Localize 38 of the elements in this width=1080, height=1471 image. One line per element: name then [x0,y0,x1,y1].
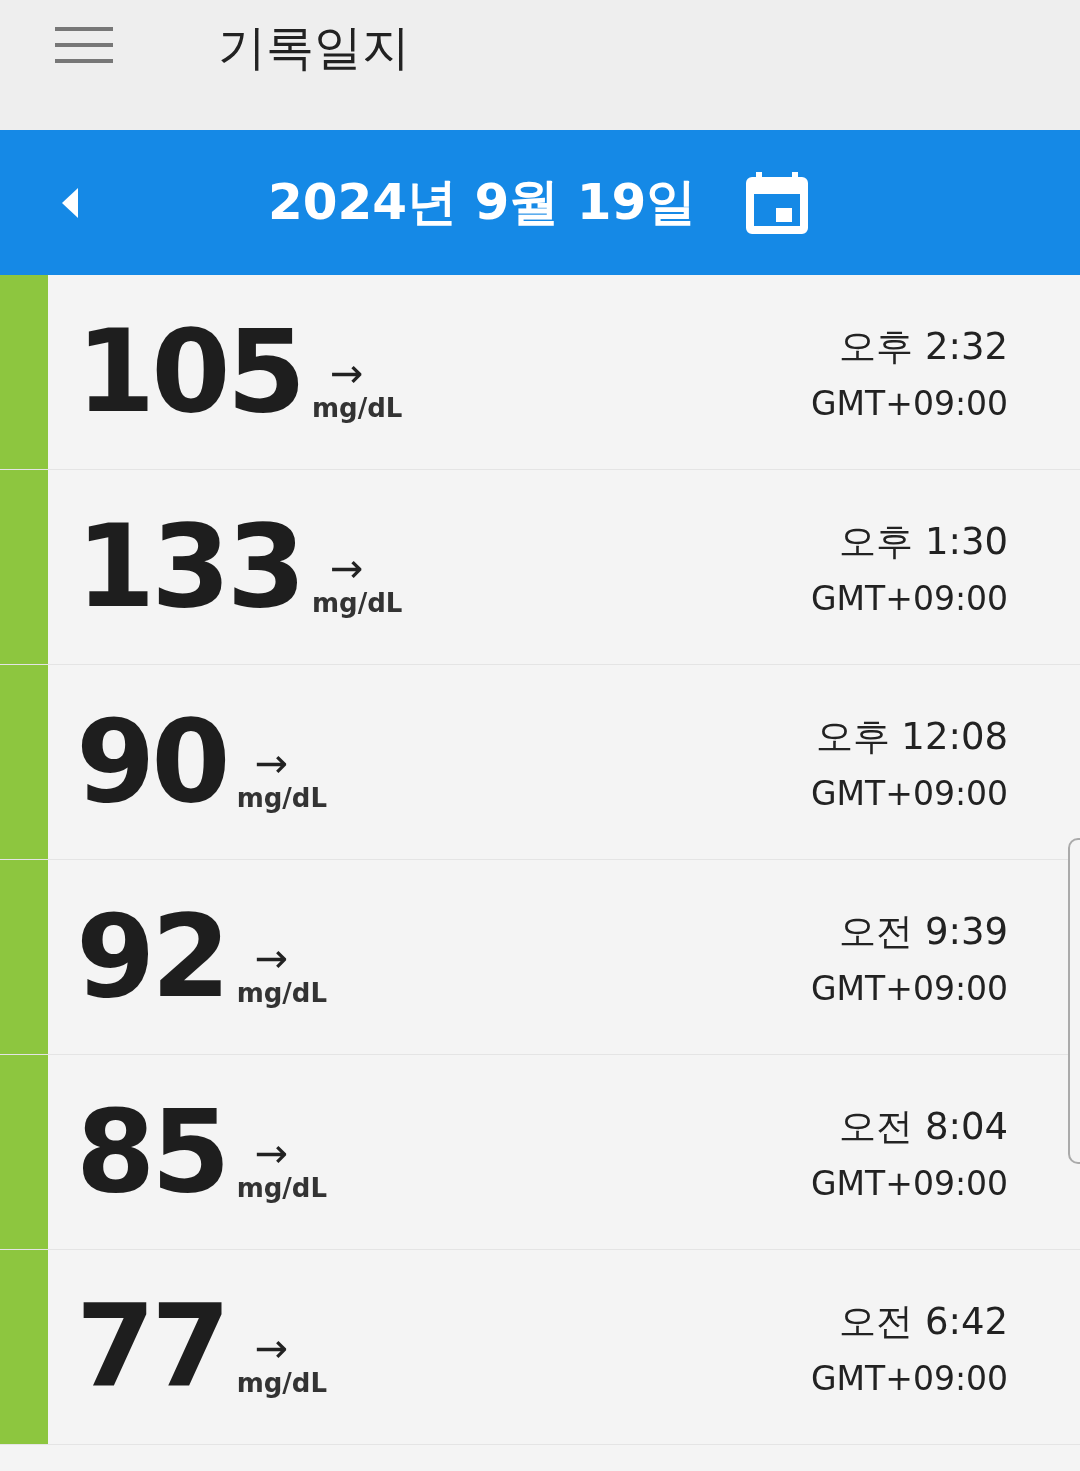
glucose-value: 85 [76,1095,227,1209]
unit-label: mg/dL [236,1368,328,1398]
timezone-label: GMT+09:00 [811,1163,1008,1203]
left-triangle-icon [62,187,78,218]
timezone-label: GMT+09:00 [811,773,1008,813]
trend-arrow: → [329,353,365,393]
unit-label: mg/dL [236,978,328,1008]
unit-label: mg/dL [311,393,403,423]
timezone-label: GMT+09:00 [811,968,1008,1008]
glucose-value: 90 [76,705,227,819]
trend-arrow: → [329,548,365,588]
trend-arrow: → [254,1133,290,1173]
time-label: 오전 6:42 [839,1298,1008,1345]
time-label: 오후 1:30 [839,518,1008,565]
menu-button[interactable] [55,27,113,65]
calendar-button[interactable] [746,171,809,234]
timezone-label: GMT+09:00 [811,383,1008,423]
menu-icon [55,27,113,65]
glucose-value: 133 [76,510,302,624]
previous-day-button[interactable] [62,187,78,218]
glucose-value: 105 [76,315,302,429]
timezone-label: GMT+09:00 [811,578,1008,618]
trend-arrow: → [254,743,290,783]
unit-label: mg/dL [236,1173,328,1203]
unit-label: mg/dL [311,588,403,618]
glucose-value: 77 [76,1290,227,1404]
time-label: 오전 9:39 [839,908,1008,955]
screen-title: 기록일지 [218,18,410,77]
unit-label: mg/dL [236,783,328,813]
glucose-value: 92 [76,900,227,1014]
date-label: 2024년 9월 19일 [268,172,697,233]
trend-arrow: → [254,938,290,978]
trend-arrow: → [254,1328,290,1368]
time-label: 오전 8:04 [839,1103,1008,1150]
time-label: 오후 12:08 [815,713,1008,760]
time-label: 오후 2:32 [839,323,1008,370]
timezone-label: GMT+09:00 [811,1358,1008,1398]
calendar-icon [746,171,809,234]
